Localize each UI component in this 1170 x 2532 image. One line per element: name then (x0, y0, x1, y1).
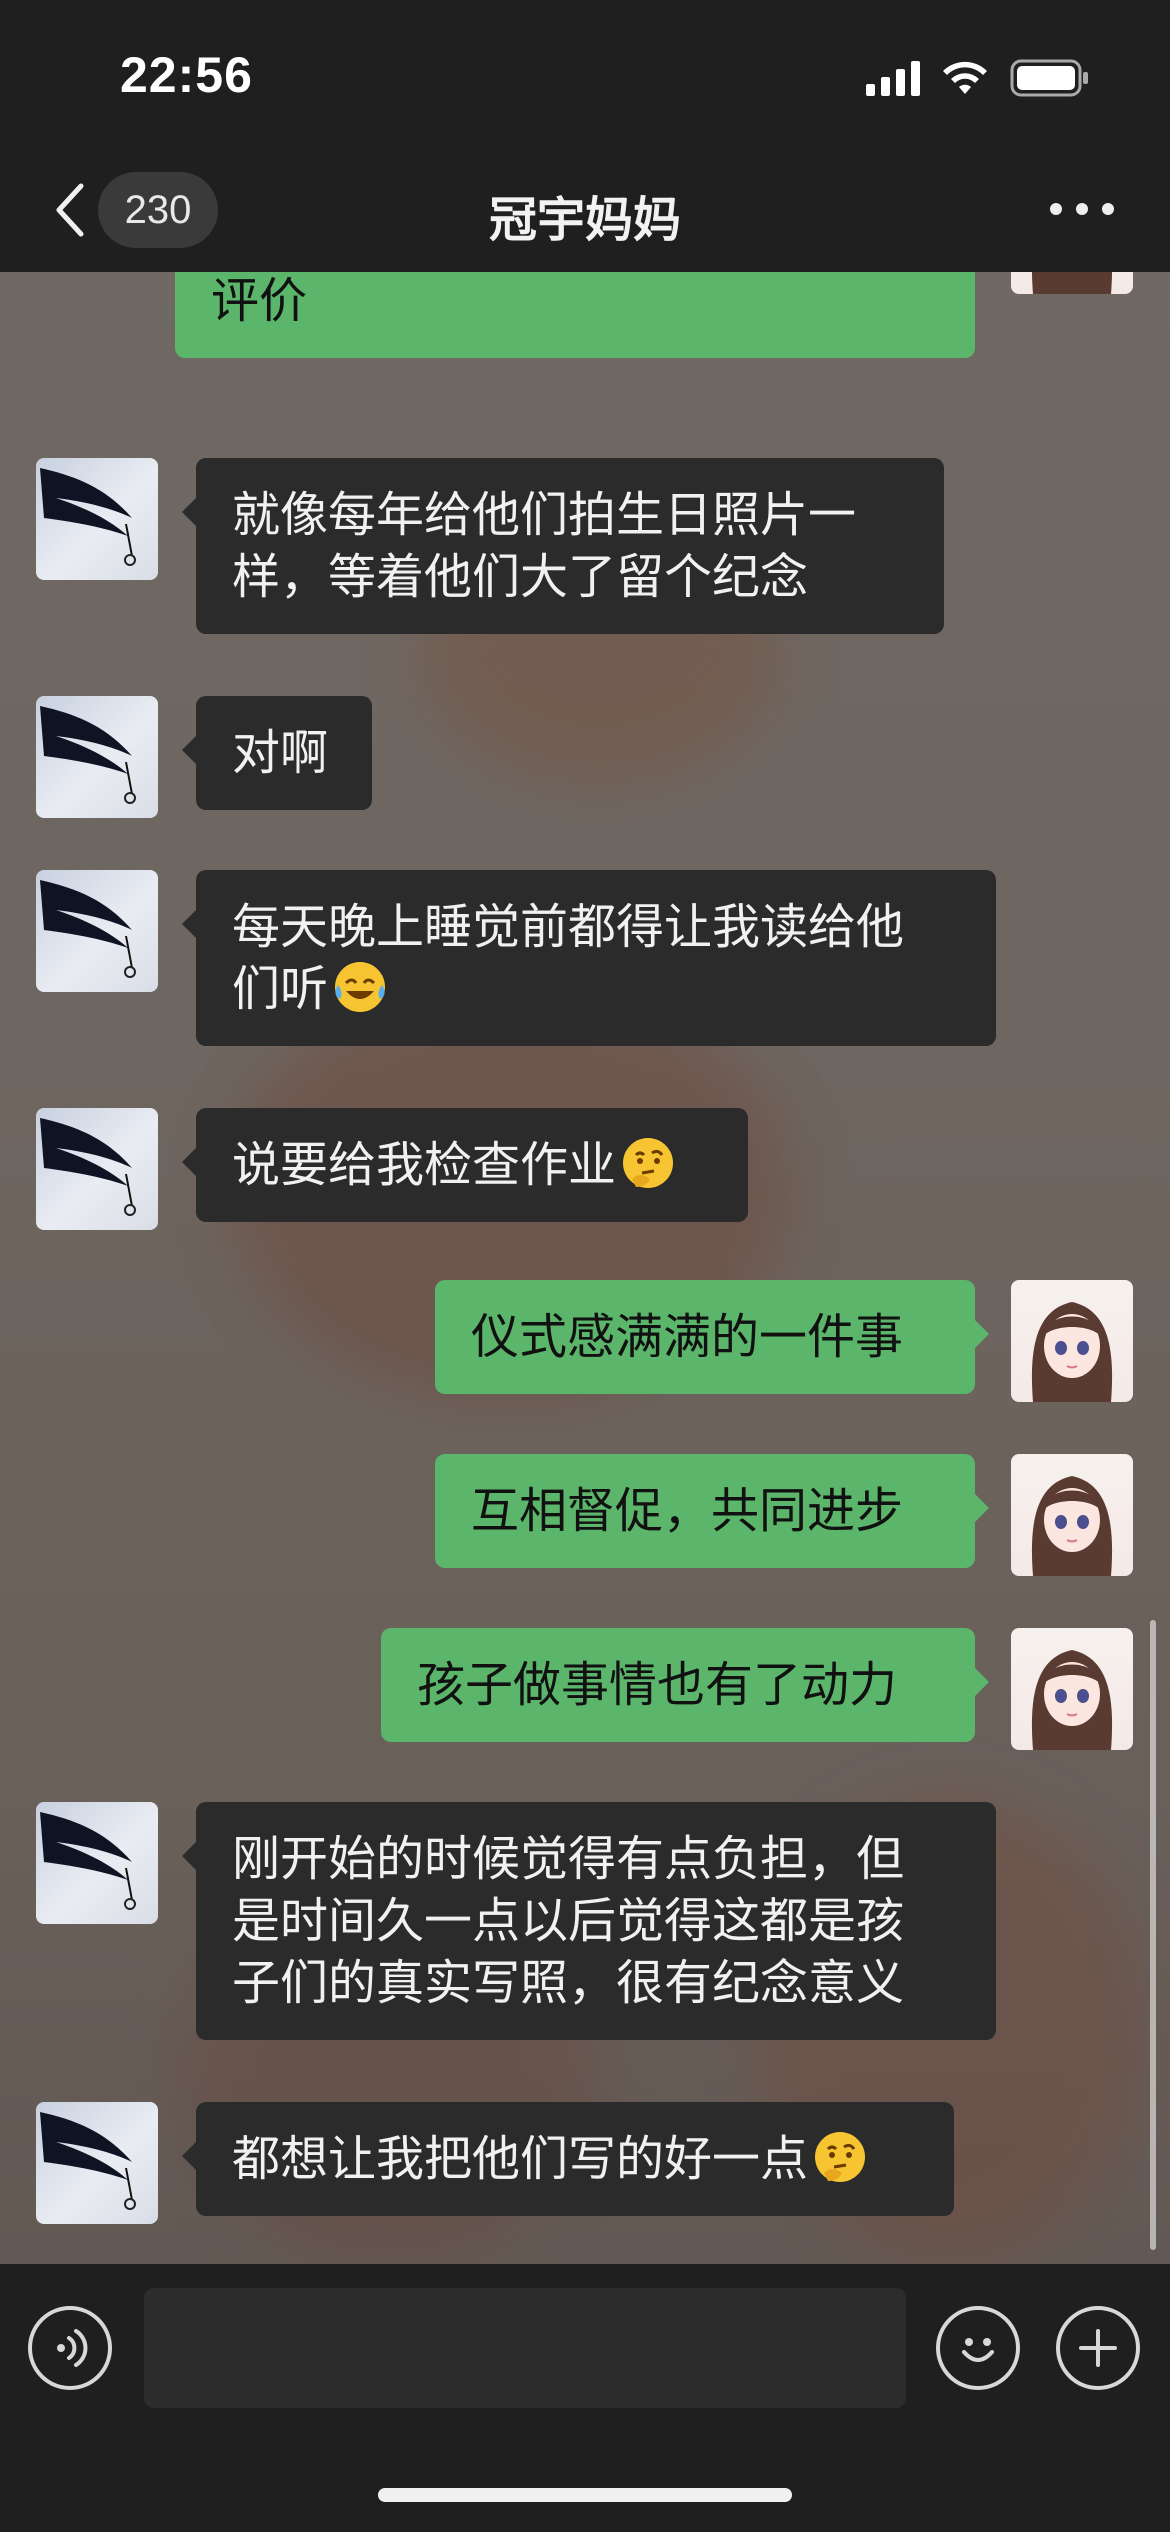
chat-header: 230 冠宇妈妈 (0, 150, 1170, 272)
feather-avatar[interactable] (36, 2102, 158, 2224)
chat-title: 冠宇妈妈 (488, 192, 681, 248)
home-indicator[interactable] (378, 2488, 792, 2502)
status-icons (866, 58, 1090, 98)
dot-icon (1102, 203, 1114, 215)
voice-icon (57, 2329, 88, 2367)
message-bubble-outgoing[interactable]: 孩子们很期待今天妈妈对他们的 评价 (175, 272, 975, 358)
girl-avatar[interactable] (1011, 1454, 1133, 1576)
emoji-button[interactable] (936, 2306, 1020, 2390)
smiley-icon (962, 2338, 994, 2362)
message-bubble-outgoing[interactable]: 互相督促，共同进步 (435, 1454, 989, 1568)
dot-icon (1076, 203, 1088, 215)
message-bubble-incoming[interactable]: 刚开始的时候觉得有点负担，但 是时间久一点以后觉得这都是孩 子们的真实写照，很有… (182, 1802, 996, 2040)
message-text: 都想让我把他们写的好一点 (232, 2131, 809, 2187)
feather-avatar[interactable] (36, 1802, 158, 1924)
feather-avatar[interactable] (36, 696, 158, 818)
message-bubble-outgoing[interactable]: 仪式感满满的一件事 (435, 1280, 989, 1394)
message-text: 说要给我检查作业 (232, 1137, 617, 1193)
dot-icon (1050, 203, 1062, 215)
more-options-button[interactable] (1050, 194, 1114, 224)
thinking-emoji-icon (815, 2132, 866, 2182)
thinking-emoji-icon (623, 1138, 674, 1188)
message-bubble-incoming[interactable]: 说要给我检查作业 (182, 1108, 748, 1222)
status-time: 22:56 (120, 47, 253, 103)
wifi-icon (942, 60, 988, 96)
girl-avatar[interactable] (1011, 1628, 1133, 1750)
message-bubble-incoming[interactable]: 就像每年给他们拍生日照片一 样，等着他们大了留个纪念 (182, 458, 944, 634)
message-input[interactable] (144, 2288, 906, 2408)
scrollbar[interactable] (1150, 1620, 1156, 2250)
plus-icon (1079, 2329, 1117, 2367)
message-bubble-incoming[interactable]: 都想让我把他们写的好一点 (182, 2102, 954, 2216)
laughing-crying-emoji-icon (335, 962, 386, 1012)
message-bubble-incoming[interactable]: 对啊 (182, 696, 372, 810)
status-bar: 22:56 (0, 0, 1170, 150)
girl-avatar[interactable] (1011, 272, 1133, 294)
chat-screen: 22:56 230 冠宇妈妈 评价 就像每年给他们拍生日照片一 样，等着他们大了… (0, 0, 1170, 2532)
message-list[interactable]: 孩子们很期待今天妈妈对他们的 评价 (0, 272, 1170, 2264)
message-bubble-incoming[interactable]: 每天晚上睡觉前都得让我读给他 们听 (182, 870, 996, 1046)
message-bubble-outgoing[interactable]: 孩子做事情也有了动力 (381, 1628, 989, 1742)
more-functions-button[interactable] (1056, 2306, 1140, 2390)
voice-input-button[interactable] (28, 2306, 112, 2390)
cellular-signal-icon (866, 60, 920, 96)
feather-avatar[interactable] (36, 870, 158, 992)
battery-icon (1010, 59, 1090, 97)
feather-avatar[interactable] (36, 458, 158, 580)
girl-avatar[interactable] (1011, 1280, 1133, 1402)
feather-avatar[interactable] (36, 1108, 158, 1230)
